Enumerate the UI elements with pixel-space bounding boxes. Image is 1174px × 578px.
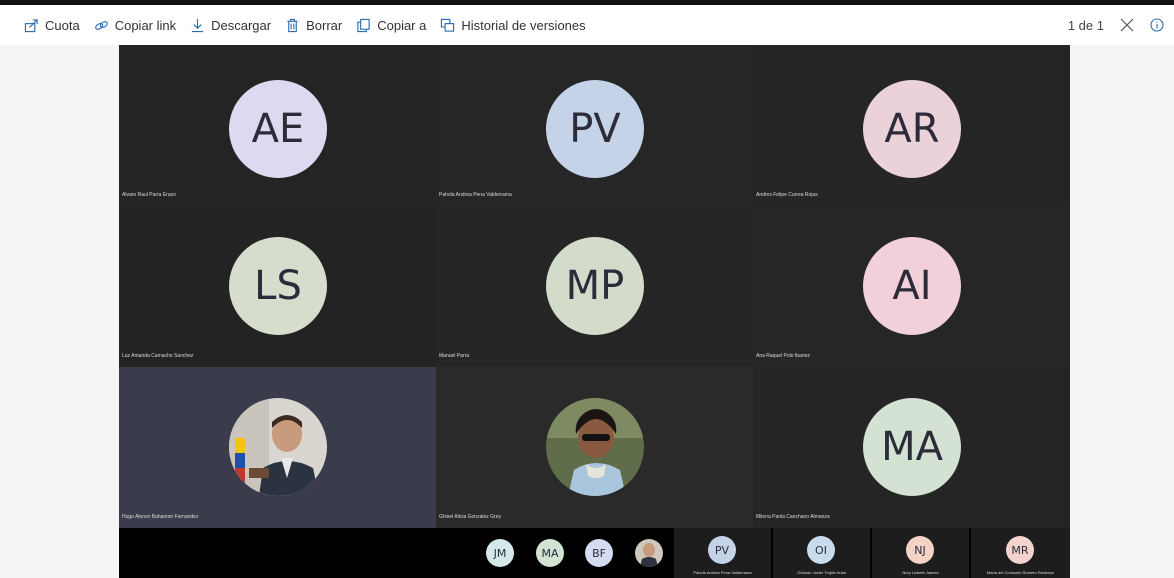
participant-tile: MP Manuel Parra xyxy=(436,206,753,367)
share-icon xyxy=(24,18,38,32)
version-history-label: Historial de versiones xyxy=(461,17,586,33)
strip-tile: OI Orlando Javier Trujillo Iruita xyxy=(773,528,870,578)
avatar: MP xyxy=(546,237,644,335)
avatar: AE xyxy=(229,80,327,178)
participant-photo xyxy=(546,398,644,496)
copy-to-label: Copiar a xyxy=(377,17,427,33)
strip-avatar: JM xyxy=(486,539,514,567)
share-button[interactable]: Cuota xyxy=(24,18,80,33)
avatar: PV xyxy=(546,80,644,178)
strip-tile: MR Maria del Consuelo Romero Restrepo xyxy=(971,528,1070,578)
avatar: AI xyxy=(863,237,961,335)
participant-name: Luz Amanda Camacho Sanchez xyxy=(122,353,194,359)
info-icon[interactable] xyxy=(1150,18,1164,32)
share-label: Cuota xyxy=(45,17,80,33)
delete-label: Borrar xyxy=(306,17,343,33)
history-icon xyxy=(441,18,455,32)
participant-tile: MA Milena Paola Canchano Almanza xyxy=(753,367,1070,528)
file-toolbar: Cuota Copiar link Descargar Borrar Copia… xyxy=(0,5,1174,45)
participant-tile: PV Pahola Andrea Pena Valderrama xyxy=(436,45,753,206)
participant-name: Hugo Alonso Bahamon Fernandez xyxy=(122,514,199,520)
strip-avatar: MA xyxy=(536,539,564,567)
strip-avatar: MR xyxy=(1006,536,1034,564)
page-indicator: 1 de 1 xyxy=(1067,17,1104,33)
download-label: Descargar xyxy=(211,17,272,33)
strip-avatar: BF xyxy=(585,539,613,567)
avatar: MA xyxy=(863,398,961,496)
strip-name: Maria del Consuelo Romero Restrepo xyxy=(986,570,1055,575)
participant-tile: Ghisel Alicia Gonzalez Grey xyxy=(436,367,753,528)
strip-tile: NJ Nury Lizbeth Jaimes xyxy=(872,528,969,578)
participant-tile: AR Andres Felipe Currea Rojas xyxy=(753,45,1070,206)
avatar: LS xyxy=(229,237,327,335)
participant-tile: LS Luz Amanda Camacho Sanchez xyxy=(119,206,436,367)
strip-avatar: PV xyxy=(708,536,736,564)
close-icon[interactable] xyxy=(1120,18,1134,32)
participant-name: Ghisel Alicia Gonzalez Grey xyxy=(439,514,501,520)
participant-name: Milena Paola Canchano Almanza xyxy=(756,514,830,520)
toolbar-right: 1 de 1 xyxy=(1068,5,1164,45)
copy-to-button[interactable]: Copiar a xyxy=(356,18,426,33)
strip-avatar: OI xyxy=(807,536,835,564)
participant-photo xyxy=(229,398,327,496)
participant-name: Ana Raquel Polo Ibanez xyxy=(756,353,810,359)
participant-name: Manuel Parra xyxy=(439,353,470,359)
strip-name: Nury Lizbeth Jaimes xyxy=(902,570,939,575)
link-icon xyxy=(94,20,108,30)
download-icon xyxy=(192,18,204,32)
copy-link-button[interactable]: Copiar link xyxy=(94,18,176,33)
meeting-screenshot: AE Alvaro Raul Parra Erazo PV Pahola And… xyxy=(119,45,1070,578)
delete-button[interactable]: Borrar xyxy=(285,18,342,33)
strip-avatar: NJ xyxy=(906,536,934,564)
trash-icon xyxy=(287,18,298,32)
avatar: AR xyxy=(863,80,961,178)
strip-name: Orlando Javier Trujillo Iruita xyxy=(797,570,846,575)
video-grid: AE Alvaro Raul Parra Erazo PV Pahola And… xyxy=(119,45,1070,528)
strip-name: Pahola Andrea Pena Valderrama xyxy=(693,570,752,575)
download-button[interactable]: Descargar xyxy=(190,18,271,33)
participant-name: Andres Felipe Currea Rojas xyxy=(756,192,818,198)
version-history-button[interactable]: Historial de versiones xyxy=(440,17,586,33)
participant-tile-active: Hugo Alonso Bahamon Fernandez xyxy=(119,367,436,528)
strip-photo xyxy=(635,539,663,567)
participant-tile: AE Alvaro Raul Parra Erazo xyxy=(119,45,436,206)
participant-strip: JM MA BF PV Pahola Andrea Pena Valderram… xyxy=(119,528,1070,578)
copy-icon xyxy=(357,18,370,32)
participant-tile: AI Ana Raquel Polo Ibanez xyxy=(753,206,1070,367)
strip-tile: PV Pahola Andrea Pena Valderrama xyxy=(674,528,771,578)
participant-name: Alvaro Raul Parra Erazo xyxy=(122,192,176,198)
participant-name: Pahola Andrea Pena Valderrama xyxy=(439,192,512,198)
copy-link-label: Copiar link xyxy=(114,17,177,33)
